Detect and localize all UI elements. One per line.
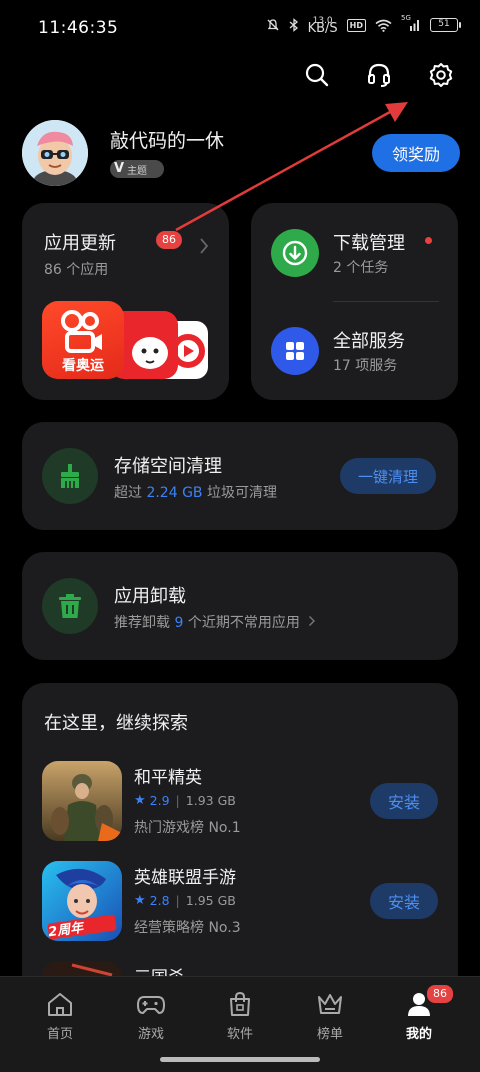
game-icon-lol: 2周年 xyxy=(42,861,122,941)
net-speed: 13.0 KB/S xyxy=(307,16,338,36)
app-updates-subtitle: 86 个应用 xyxy=(44,262,109,278)
nav-item-games[interactable]: 游戏 xyxy=(119,991,183,1042)
gear-icon[interactable] xyxy=(426,60,456,90)
grid-icon xyxy=(271,327,319,375)
one-click-clean-button[interactable]: 一键清理 xyxy=(340,458,436,494)
nav-label: 软件 xyxy=(226,1027,253,1042)
status-bar: 11:46:35 13.0 KB/S HD 5G 51 xyxy=(0,0,480,56)
search-icon[interactable] xyxy=(302,60,332,90)
crown-icon xyxy=(318,994,342,1014)
game-rank: 热门游戏榜 No.1 xyxy=(134,820,241,836)
theme-badge-label: 主题 xyxy=(127,165,148,177)
headset-icon[interactable] xyxy=(364,60,394,90)
star-icon: ★ xyxy=(134,893,146,908)
avatar[interactable] xyxy=(22,120,88,186)
chevron-right-icon xyxy=(309,616,316,626)
status-icons: 13.0 KB/S HD 5G 51 xyxy=(266,14,461,36)
app-icon-kuaishou: 看奥运 xyxy=(42,301,124,379)
nav-label: 游戏 xyxy=(137,1027,164,1042)
download-manager-entry[interactable]: 下载管理 2 个任务 xyxy=(271,229,441,279)
nav-label: 首页 xyxy=(46,1027,73,1042)
broom-icon xyxy=(42,448,98,504)
nav-item-mine[interactable]: 我的 86 xyxy=(387,983,455,1042)
nav-label: 我的 xyxy=(405,1027,432,1042)
nav-label: 榜单 xyxy=(316,1027,343,1042)
bluetooth-icon xyxy=(289,18,299,32)
bottom-nav: 首页 游戏 软件 榜单 我的 86 xyxy=(0,976,480,1072)
nav-item-rankings[interactable]: 榜单 xyxy=(298,991,362,1042)
game-name: 英雄联盟手游 xyxy=(134,868,236,888)
signal-icon: 5G xyxy=(401,14,421,32)
download-icon xyxy=(271,229,319,277)
game-meta: ★ 2.8 | 1.95 GB xyxy=(134,893,236,908)
nav-item-software[interactable]: 软件 xyxy=(208,991,272,1042)
game-icon-pubg xyxy=(42,761,122,841)
app-uninstall-card[interactable]: 应用卸载 推荐卸载 9 个近期不常用应用 xyxy=(22,552,458,660)
app-updates-count-badge: 86 xyxy=(156,231,182,249)
shopping-bag-icon xyxy=(230,991,250,1016)
app-updates-title: 应用更新 xyxy=(44,233,116,254)
nav-item-home[interactable]: 首页 xyxy=(28,991,92,1042)
storage-cleanup-subtitle: 超过 2.24 GB 垃圾可清理 xyxy=(114,485,277,501)
download-notification-dot xyxy=(425,237,432,244)
list-item[interactable]: 和平精英 ★ 2.9 | 1.93 GB 热门游戏榜 No.1 安装 xyxy=(42,761,438,845)
storage-cleanup-title: 存储空间清理 xyxy=(114,456,222,477)
all-services-entry[interactable]: 全部服务 17 项服务 xyxy=(271,327,441,377)
game-rank: 经营策略榜 No.3 xyxy=(134,920,241,936)
install-button[interactable]: 安装 xyxy=(370,883,438,919)
downloads-services-card: 下载管理 2 个任务 全部服务 17 项服务 xyxy=(251,203,458,400)
app-updates-card[interactable]: 应用更新 86 86 个应用 看奥运 xyxy=(22,203,229,400)
home-icon xyxy=(48,993,72,1016)
trash-icon xyxy=(42,578,98,634)
game-name: 和平精英 xyxy=(134,768,202,788)
mute-icon xyxy=(266,18,280,32)
theme-badge[interactable]: V 主题 xyxy=(110,160,164,178)
chevron-right-icon xyxy=(199,237,209,259)
explore-section: 在这里，继续探索 和平精英 ★ 2.9 | 1.93 GB 热门游戏榜 No.1… xyxy=(22,683,458,1013)
install-button[interactable]: 安装 xyxy=(370,783,438,819)
username[interactable]: 敲代码的一休 xyxy=(110,126,224,153)
game-meta: ★ 2.9 | 1.93 GB xyxy=(134,793,236,808)
download-manager-title: 下载管理 xyxy=(333,233,405,254)
divider xyxy=(333,301,439,302)
home-indicator[interactable] xyxy=(160,1057,320,1062)
app-uninstall-subtitle: 推荐卸载 9 个近期不常用应用 xyxy=(114,612,316,632)
explore-title: 在这里，继续探索 xyxy=(44,713,188,734)
wifi-icon xyxy=(375,19,392,32)
status-time: 11:46:35 xyxy=(38,18,119,38)
all-services-title: 全部服务 xyxy=(333,331,405,352)
battery-indicator: 51 xyxy=(430,18,461,32)
star-icon: ★ xyxy=(134,793,146,808)
top-actions xyxy=(302,60,456,90)
list-item[interactable]: 2周年 英雄联盟手游 ★ 2.8 | 1.95 GB 经营策略榜 No.3 安装 xyxy=(42,861,438,945)
nav-badge: 86 xyxy=(425,983,455,1005)
gamepad-icon xyxy=(137,996,165,1014)
app-uninstall-title: 应用卸载 xyxy=(114,586,186,607)
kuaishou-tile-text: 看奥运 xyxy=(62,358,104,374)
download-manager-subtitle: 2 个任务 xyxy=(333,260,389,276)
reward-button[interactable]: 领奖励 xyxy=(372,134,460,172)
storage-cleanup-card[interactable]: 存储空间清理 超过 2.24 GB 垃圾可清理 一键清理 xyxy=(22,422,458,530)
hd-badge: HD xyxy=(346,18,366,32)
theme-badge-letter: V xyxy=(114,161,125,176)
profile-header: 敲代码的一休 V 主题 领奖励 xyxy=(22,120,460,190)
all-services-subtitle: 17 项服务 xyxy=(333,358,398,374)
